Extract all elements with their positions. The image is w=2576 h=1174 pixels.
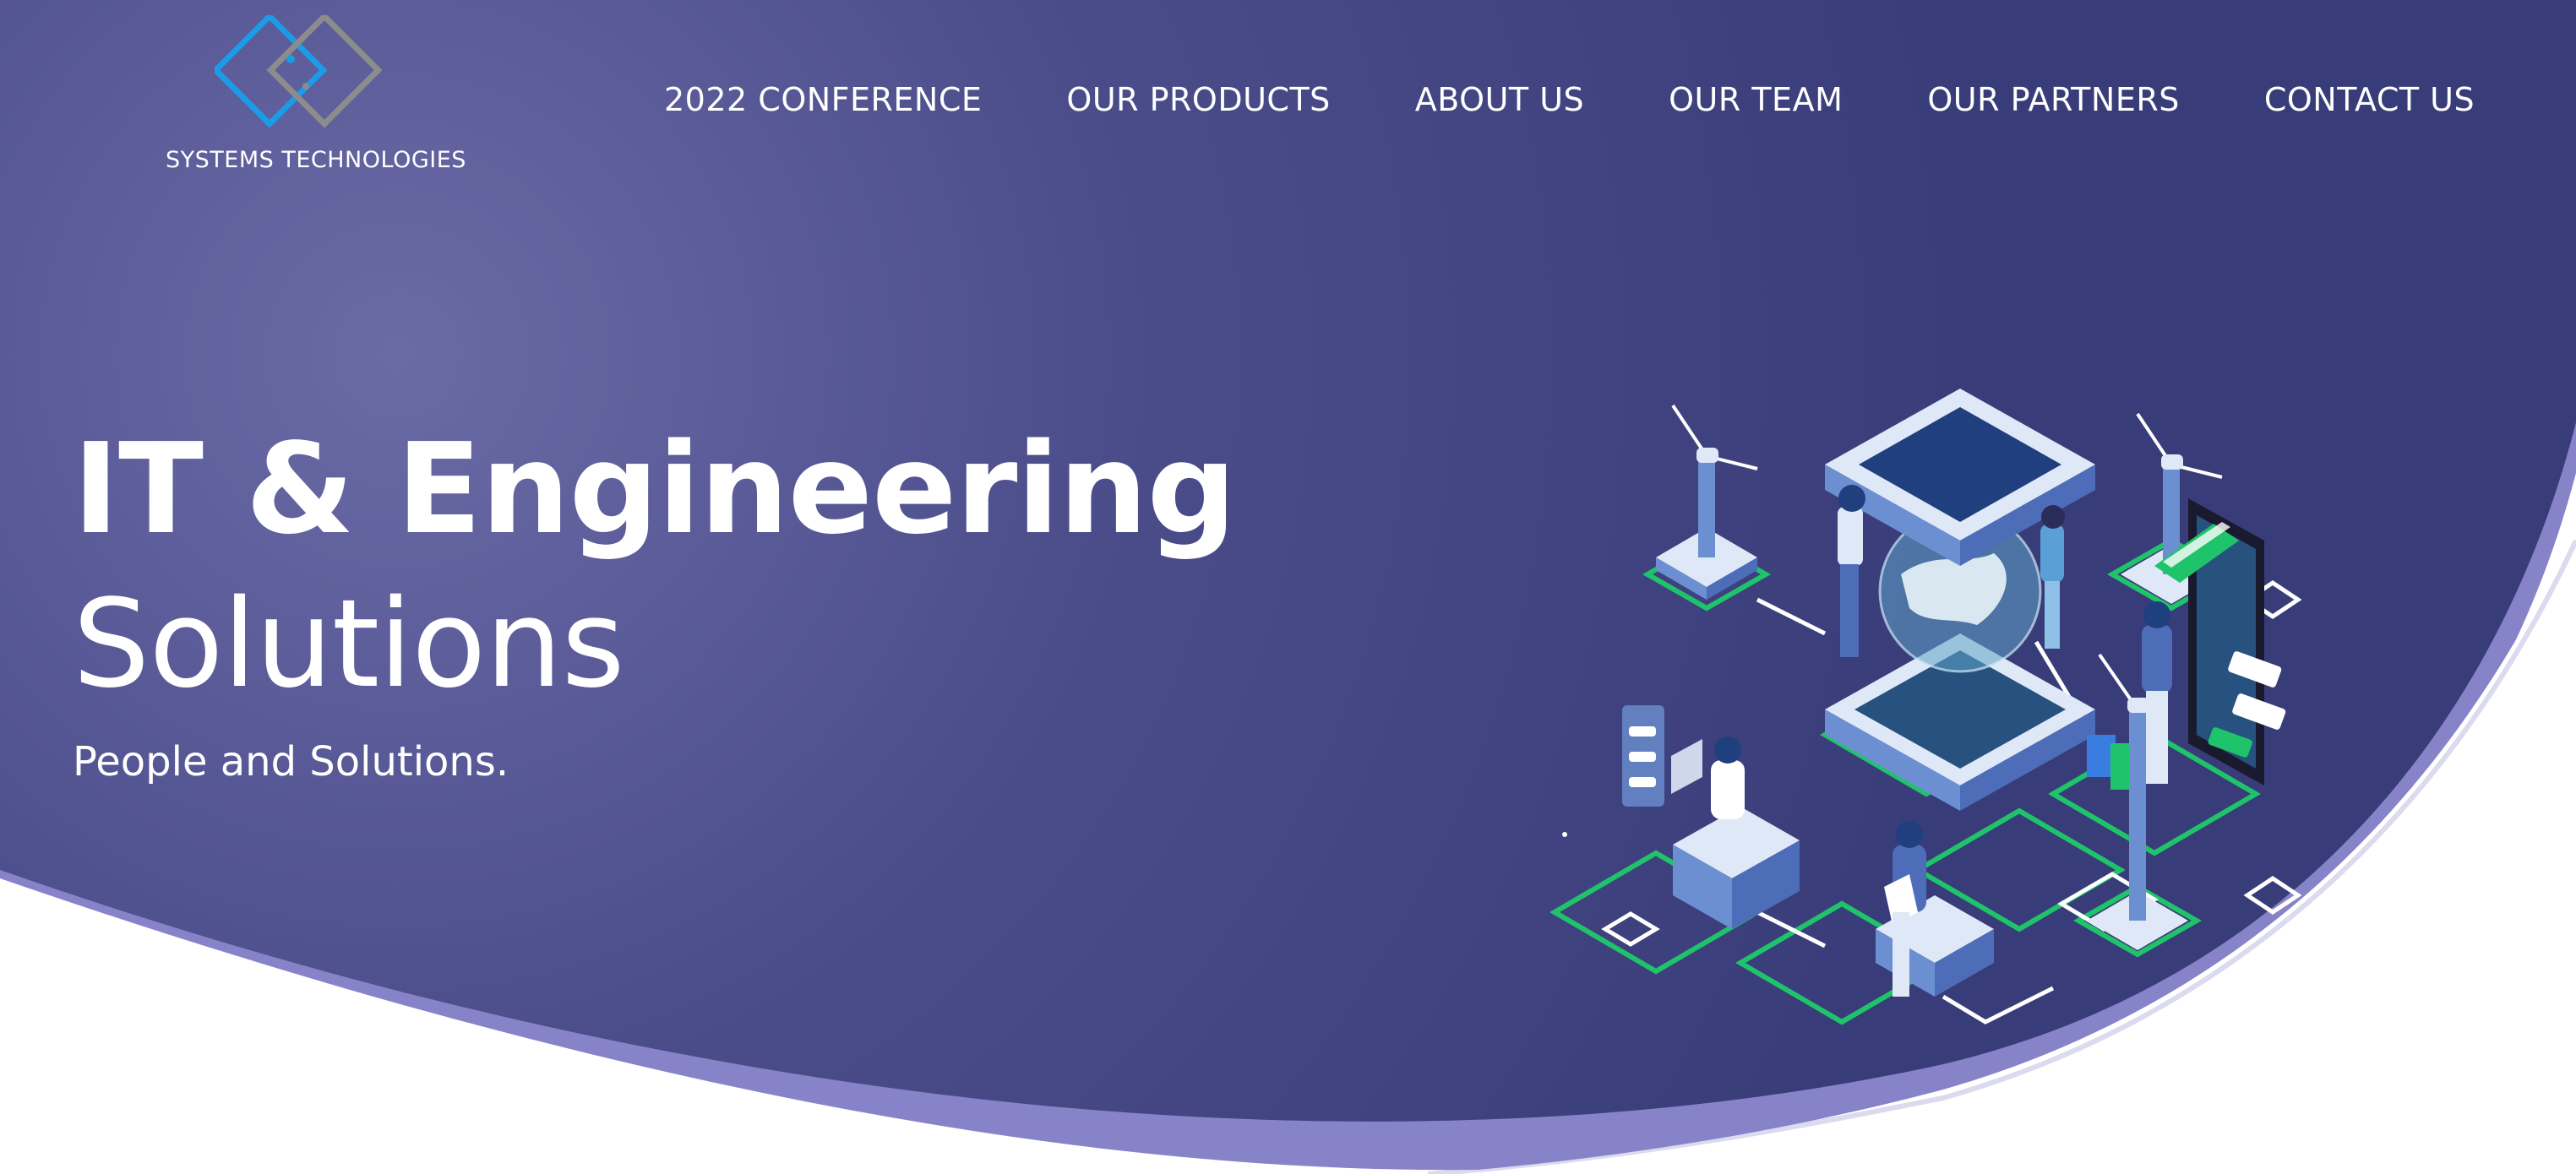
brand-name: SYSTEMS TECHNOLOGIES <box>166 147 466 173</box>
nav-item-conference[interactable]: 2022 CONFERENCE <box>664 81 982 118</box>
nav-item-team[interactable]: OUR TEAM <box>1669 81 1843 118</box>
hero-section: SYSTEMS TECHNOLOGIES 2022 CONFERENCE OUR… <box>0 0 2576 1174</box>
hero-subtitle: People and Solutions. <box>73 738 509 785</box>
nav-item-contact[interactable]: CONTACT US <box>2264 81 2475 118</box>
hero-title-line-1: IT & Engineering <box>73 416 1236 562</box>
site-logo[interactable]: SYSTEMS TECHNOLOGIES <box>166 15 466 184</box>
nav-item-partners[interactable]: OUR PARTNERS <box>1927 81 2180 118</box>
nav-item-about[interactable]: ABOUT US <box>1415 81 1584 118</box>
hero-title-line-2: Solutions <box>73 573 625 715</box>
nav-item-products[interactable]: OUR PRODUCTS <box>1066 81 1330 118</box>
isometric-tech-platform-illustration-icon <box>1549 389 2302 1025</box>
interlocking-diamonds-logo-icon <box>215 15 383 128</box>
main-nav: 2022 CONFERENCE OUR PRODUCTS ABOUT US OU… <box>664 81 2475 118</box>
